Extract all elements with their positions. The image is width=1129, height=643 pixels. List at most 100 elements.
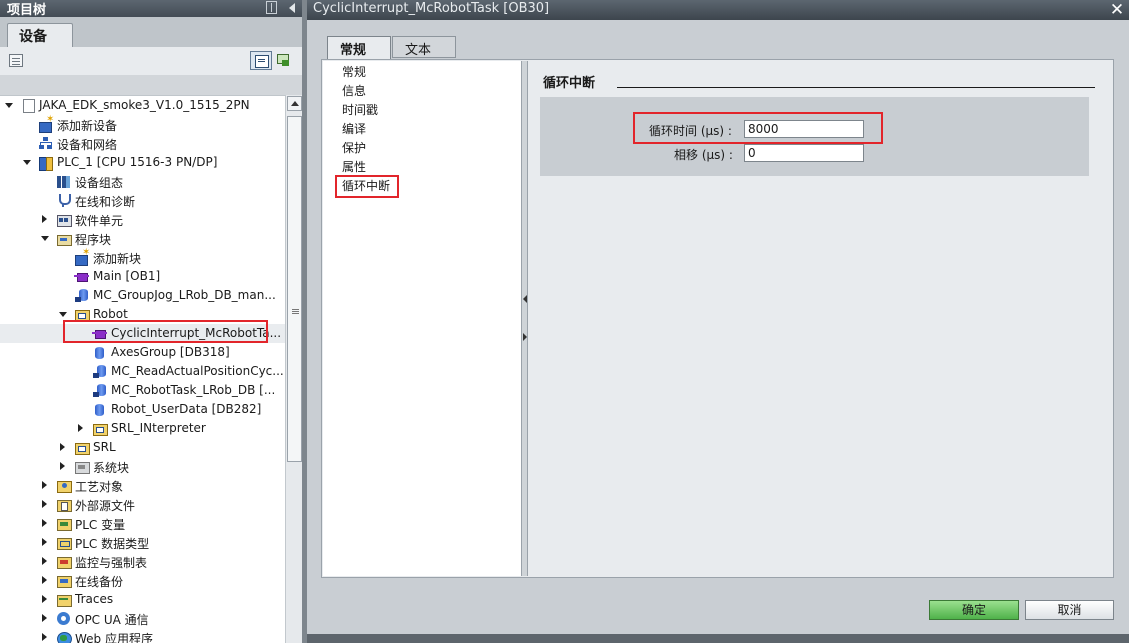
collapsed-arrow-icon[interactable] <box>42 538 47 546</box>
tree-row[interactable]: SRL <box>0 438 285 457</box>
tab-general[interactable]: 常规 <box>327 36 391 60</box>
tree-item-label: 添加新块 <box>93 252 142 266</box>
add-new-device-icon[interactable] <box>9 54 23 67</box>
diagnostics-icon <box>56 193 71 208</box>
nav-item-information[interactable]: 信息 <box>342 82 366 99</box>
network-view-icon[interactable] <box>276 53 290 67</box>
expanded-arrow-icon[interactable] <box>41 236 49 241</box>
nav-item-attributes[interactable]: 属性 <box>342 158 366 175</box>
scrollbar-grip-icon <box>292 309 299 310</box>
tree-row[interactable]: Traces <box>0 590 285 609</box>
collapsed-arrow-icon[interactable] <box>42 576 47 584</box>
dialog-titlebar: CyclicInterrupt_McRobotTask [OB30] ✕ <box>307 0 1129 20</box>
collapsed-arrow-icon[interactable] <box>42 481 47 489</box>
tree-item-label: Robot_UserData [DB282] <box>111 402 262 416</box>
phase-shift-input[interactable]: 0 <box>744 144 864 162</box>
online-backups-icon <box>56 573 72 588</box>
nav-item-compilation[interactable]: 编译 <box>342 120 366 137</box>
tree-row[interactable]: 在线和诊断 <box>0 191 285 210</box>
watch-tables-icon <box>56 554 72 569</box>
tree-row[interactable]: 程序块 <box>0 229 285 248</box>
tree-row[interactable]: MC_ReadActualPositionCyc... <box>0 362 285 381</box>
project-tree-scrollbar[interactable] <box>285 95 302 643</box>
web-app-icon <box>56 630 72 643</box>
tree-row[interactable]: AxesGroup [DB318] <box>0 343 285 362</box>
tree-row[interactable]: Main [OB1] <box>0 267 285 286</box>
tree-item-label: 添加新设备 <box>57 119 118 133</box>
expanded-arrow-icon[interactable] <box>5 103 13 108</box>
tree-row[interactable]: 软件单元 <box>0 210 285 229</box>
tree-row[interactable]: 添加新设备 <box>0 114 285 134</box>
tree-row[interactable]: PLC 变量 <box>0 514 285 533</box>
tree-row[interactable]: 监控与强制表 <box>0 552 285 571</box>
collapsed-arrow-icon[interactable] <box>42 557 47 565</box>
tree-row[interactable]: MC_GroupJog_LRob_DB_man... <box>0 286 285 305</box>
collapsed-arrow-icon[interactable] <box>42 614 47 622</box>
tree-row[interactable]: 添加新块 <box>0 247 285 267</box>
cancel-button[interactable]: 取消 <box>1025 600 1114 620</box>
tab-text[interactable]: 文本 <box>392 36 456 58</box>
dialog-body: 常规 信息 时间戳 编译 保护 属性 循环中断 循环中断 循环时间 (µs) :… <box>321 59 1114 578</box>
tree-item-label: Web 应用程序 <box>75 632 153 643</box>
collapsed-arrow-icon[interactable] <box>42 633 47 641</box>
tree-row[interactable]: JAKA_EDK_smoke3_V1.0_1515_2PN <box>0 96 285 115</box>
project-tree-tabstrip: 设备 <box>0 17 304 48</box>
network-icon <box>38 136 53 151</box>
add-device-icon <box>38 114 54 133</box>
tree-item-label: 设备组态 <box>75 176 124 190</box>
plc-data-types-icon <box>56 535 72 550</box>
collapsed-arrow-icon[interactable] <box>42 500 47 508</box>
nav-splitter[interactable] <box>521 61 528 576</box>
tree-row[interactable]: PLC 数据类型 <box>0 533 285 552</box>
ok-button[interactable]: 确定 <box>929 600 1019 620</box>
tree-row[interactable]: 工艺对象 <box>0 476 285 495</box>
nav-item-timestamps[interactable]: 时间戳 <box>342 101 378 118</box>
property-content: 循环中断 循环时间 (µs) : 8000 相移 (µs) : 0 <box>528 61 1113 576</box>
tree-row[interactable]: Web 应用程序 <box>0 628 285 643</box>
add-block-icon <box>74 247 90 266</box>
nav-item-protection[interactable]: 保护 <box>342 139 366 156</box>
collapse-nav-icon[interactable] <box>523 295 527 303</box>
tree-row[interactable]: PLC_1 [CPU 1516-3 PN/DP] <box>0 153 285 172</box>
collapsed-arrow-icon[interactable] <box>42 519 47 527</box>
nav-item-general[interactable]: 常规 <box>342 63 366 80</box>
collapsed-arrow-icon[interactable] <box>42 215 47 223</box>
scrollbar-thumb[interactable] <box>287 116 302 462</box>
expanded-arrow-icon[interactable] <box>23 160 31 165</box>
plc-icon <box>38 155 53 171</box>
tab-devices[interactable]: 设备 <box>7 23 73 48</box>
tree-item-label: 程序块 <box>75 233 112 247</box>
tree-row[interactable]: 设备组态 <box>0 172 285 191</box>
tree-item-label: PLC 变量 <box>75 518 126 532</box>
tree-item-label: 外部源文件 <box>75 499 136 513</box>
collapsed-arrow-icon[interactable] <box>42 595 47 603</box>
dialog-bottom-edge <box>307 634 1129 643</box>
tree-row[interactable]: 设备和网络 <box>0 134 285 153</box>
tree-row[interactable]: MC_RobotTask_LRob_DB [... <box>0 381 285 400</box>
tree-item-label: SRL <box>93 440 116 454</box>
collapse-left-icon[interactable] <box>289 3 295 13</box>
tree-item-label: 监控与强制表 <box>75 556 148 570</box>
project-icon <box>20 98 35 113</box>
overview-icon[interactable] <box>250 51 272 70</box>
scroll-up-icon[interactable] <box>287 96 302 111</box>
tree-row[interactable]: 外部源文件 <box>0 495 285 514</box>
tree-row[interactable]: SRL_INterpreter <box>0 419 285 438</box>
properties-dialog: CyclicInterrupt_McRobotTask [OB30] ✕ 常规 … <box>307 0 1129 643</box>
collapsed-arrow-icon[interactable] <box>60 462 65 470</box>
tree-item-label: MC_GroupJog_LRob_DB_man... <box>93 288 276 302</box>
tree-row[interactable]: 系统块 <box>0 457 285 476</box>
close-icon[interactable]: ✕ <box>1107 0 1127 20</box>
tree-item-label: MC_RobotTask_LRob_DB [... <box>111 383 276 397</box>
tree-row[interactable]: OPC UA 通信 <box>0 609 285 628</box>
expanded-arrow-icon[interactable] <box>59 312 67 317</box>
tree-row[interactable]: 在线备份 <box>0 571 285 590</box>
expand-nav-icon[interactable] <box>523 333 527 341</box>
pin-icon[interactable] <box>266 1 277 14</box>
instance-db-icon <box>92 364 107 379</box>
tree-row[interactable]: Robot_UserData [DB282] <box>0 400 285 419</box>
collapsed-arrow-icon[interactable] <box>60 443 65 451</box>
collapsed-arrow-icon[interactable] <box>78 424 83 432</box>
phase-shift-label: 相移 (µs) : <box>674 148 733 162</box>
selected-block-annotation <box>63 320 268 343</box>
